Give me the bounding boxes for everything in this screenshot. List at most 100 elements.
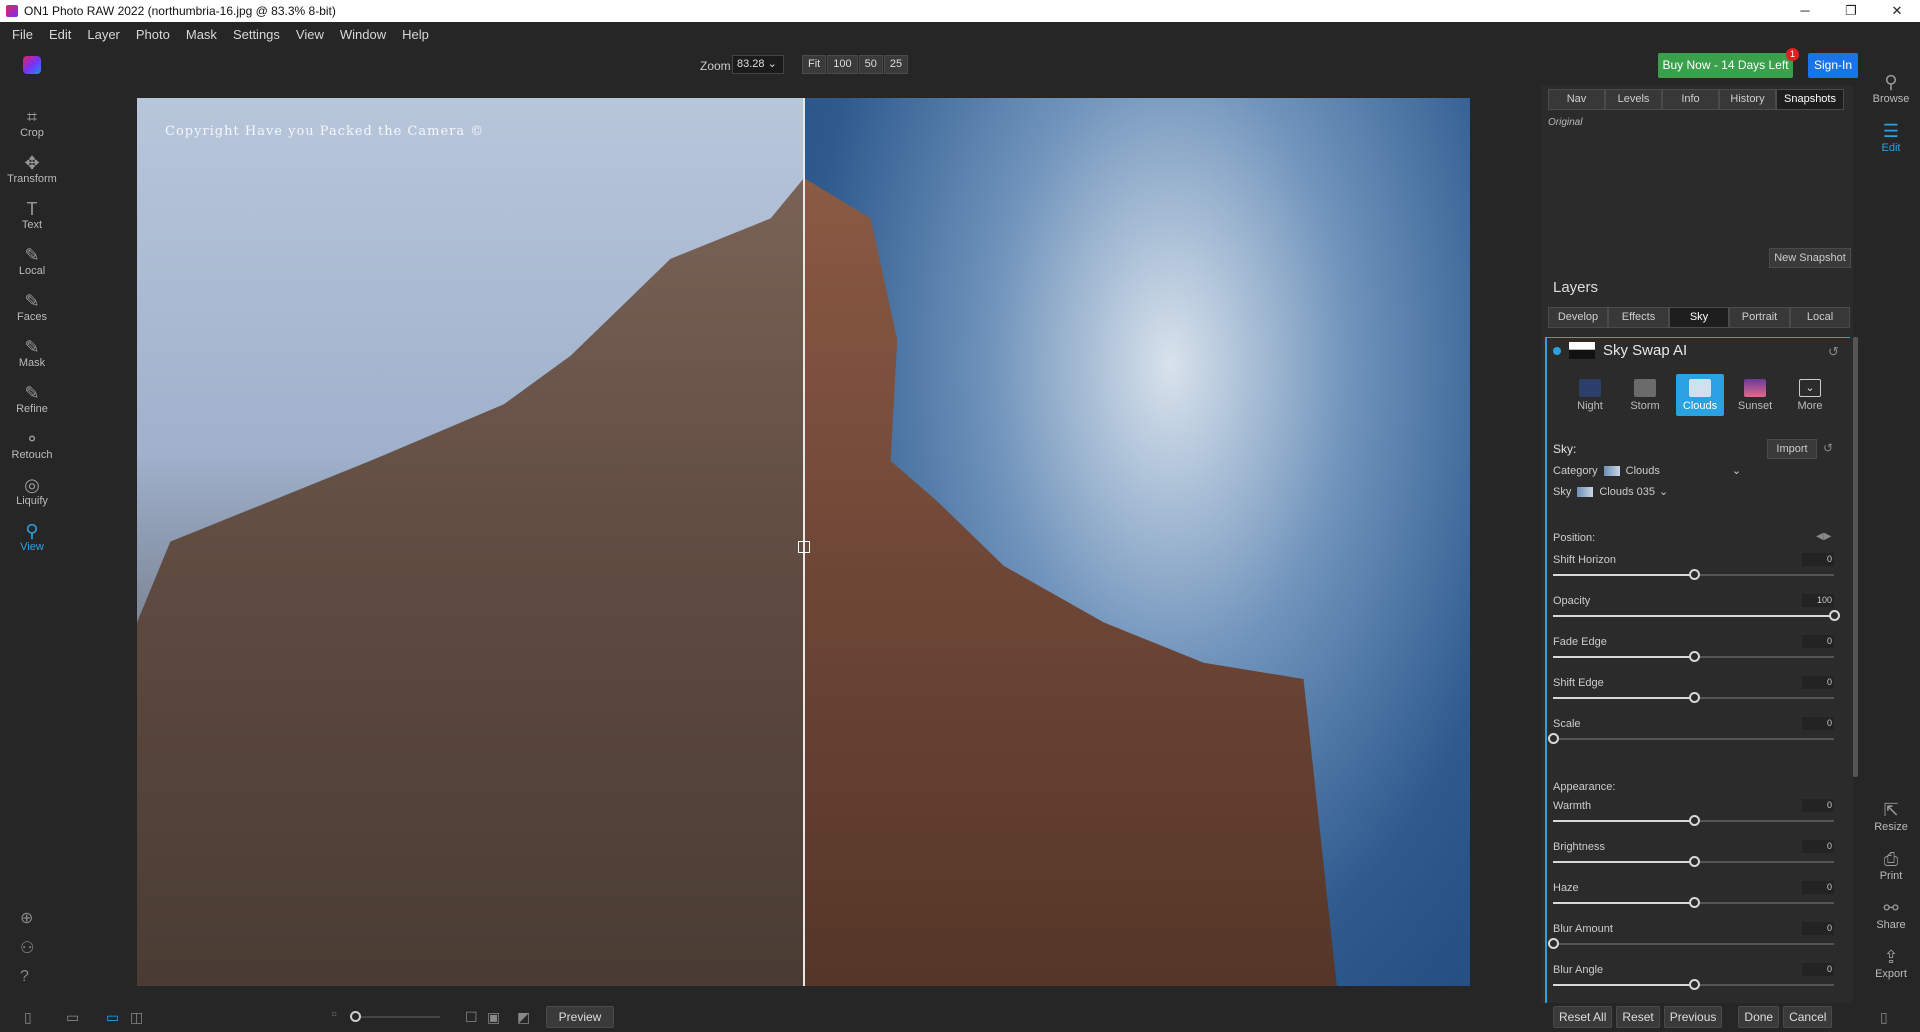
- rail-browse[interactable]: ⚲ Browse: [1862, 72, 1920, 105]
- restore-button[interactable]: ❐: [1828, 0, 1874, 22]
- slider-shift-edge[interactable]: Shift Edge 0: [1553, 676, 1838, 709]
- done-button[interactable]: Done: [1738, 1006, 1780, 1028]
- slider-value[interactable]: 0: [1802, 553, 1834, 566]
- previous-button[interactable]: Previous: [1663, 1006, 1723, 1028]
- slider-value[interactable]: 0: [1802, 963, 1834, 976]
- rail-share[interactable]: ⚯ Share: [1862, 898, 1920, 931]
- brush-slider-knob[interactable]: [350, 1011, 361, 1022]
- cancel-button[interactable]: Cancel: [1783, 1006, 1833, 1028]
- right-panel-toggle-icon[interactable]: ▯: [1880, 1009, 1888, 1026]
- slider-knob[interactable]: [1829, 610, 1840, 621]
- menu-mask[interactable]: Mask: [178, 27, 225, 42]
- app-logo[interactable]: [23, 56, 41, 74]
- slider-knob[interactable]: [1688, 856, 1700, 867]
- slider-shift-horizon[interactable]: Shift Horizon 0: [1553, 553, 1838, 586]
- close-button[interactable]: ✕: [1874, 0, 1920, 22]
- preview-button[interactable]: Preview: [546, 1006, 614, 1028]
- buy-now-button[interactable]: Buy Now - 14 Days Left: [1658, 53, 1793, 78]
- flip-icon[interactable]: ◀▶: [1816, 531, 1831, 542]
- image-canvas[interactable]: Copyright Have you Packed the Camera ©: [137, 98, 1470, 986]
- preset-sunset[interactable]: Sunset: [1731, 374, 1779, 416]
- slider-brightness[interactable]: Brightness 0: [1553, 840, 1838, 873]
- tab-sky[interactable]: Sky: [1669, 307, 1729, 328]
- tab-local[interactable]: Local: [1790, 307, 1850, 328]
- slider-value[interactable]: 0: [1802, 635, 1834, 648]
- slider-blur-angle[interactable]: Blur Angle 0: [1553, 963, 1838, 996]
- tab-snapshots[interactable]: Snapshots: [1776, 89, 1844, 110]
- zoom-50-button[interactable]: 50: [858, 55, 883, 74]
- tool-mask[interactable]: ✎ Mask: [0, 330, 64, 376]
- split-view-icon[interactable]: ◫: [130, 1009, 143, 1026]
- slider-blur-amount[interactable]: Blur Amount 0: [1548, 922, 1838, 955]
- slider-knob[interactable]: [1688, 897, 1700, 908]
- slider-value[interactable]: 0: [1802, 799, 1834, 812]
- slider-value[interactable]: 0: [1802, 840, 1834, 853]
- tool-local[interactable]: ✎ Local: [0, 238, 64, 284]
- snapshot-original[interactable]: Original: [1548, 117, 1582, 128]
- menu-photo[interactable]: Photo: [128, 27, 178, 42]
- menu-file[interactable]: File: [4, 27, 41, 42]
- new-snapshot-button[interactable]: New Snapshot: [1769, 248, 1851, 268]
- minimize-button[interactable]: ─: [1782, 0, 1828, 22]
- sky-select-row[interactable]: Sky Clouds 035 ⌄: [1553, 485, 1668, 499]
- reset-sky-icon[interactable]: ↺: [1823, 441, 1833, 455]
- tool-refine[interactable]: ✎ Refine: [0, 376, 64, 422]
- help-icon[interactable]: ?: [20, 968, 34, 986]
- preset-night[interactable]: Night: [1566, 374, 1614, 416]
- menu-view[interactable]: View: [288, 27, 332, 42]
- menu-settings[interactable]: Settings: [225, 27, 288, 42]
- slider-knob[interactable]: [1688, 815, 1700, 826]
- import-button[interactable]: Import: [1767, 439, 1817, 459]
- slider-warmth[interactable]: Warmth 0: [1553, 799, 1838, 832]
- panel-toggle-icon[interactable]: ▯: [24, 1009, 32, 1026]
- sign-in-button[interactable]: Sign-In: [1808, 53, 1858, 78]
- zoom-25-button[interactable]: 25: [883, 55, 909, 74]
- tab-develop[interactable]: Develop: [1548, 307, 1608, 328]
- slider-value[interactable]: 0: [1802, 881, 1834, 894]
- rail-export[interactable]: ⇪ Export: [1862, 947, 1920, 980]
- tool-view[interactable]: ⚲ View: [0, 514, 64, 560]
- sky-swap-header[interactable]: Sky Swap AI: [1553, 342, 1687, 359]
- slider-value[interactable]: 0: [1802, 676, 1834, 689]
- layer-enabled-dot[interactable]: [1553, 346, 1561, 355]
- reset-filter-icon[interactable]: ↺: [1828, 344, 1839, 360]
- slider-knob[interactable]: [1688, 651, 1700, 662]
- rail-resize[interactable]: ⇱ Resize: [1862, 800, 1920, 833]
- preset-clouds[interactable]: Clouds: [1676, 374, 1724, 416]
- slider-fade-edge[interactable]: Fade Edge 0: [1553, 635, 1838, 668]
- zoom-fit-button[interactable]: Fit: [802, 55, 827, 74]
- zoom-dropdown[interactable]: 83.28 ⌄: [732, 55, 784, 74]
- menu-help[interactable]: Help: [394, 27, 437, 42]
- menu-window[interactable]: Window: [332, 27, 394, 42]
- tab-portrait[interactable]: Portrait: [1729, 307, 1790, 328]
- tab-nav[interactable]: Nav: [1548, 89, 1605, 110]
- slider-scale[interactable]: Scale 0: [1548, 717, 1838, 750]
- tab-effects[interactable]: Effects: [1608, 307, 1669, 328]
- split-handle[interactable]: [798, 541, 810, 553]
- tool-crop[interactable]: ⌗ Crop: [0, 100, 64, 146]
- slider-value[interactable]: 0: [1802, 717, 1834, 730]
- single-view-icon[interactable]: ▭: [106, 1009, 119, 1026]
- slider-track[interactable]: [1553, 943, 1834, 945]
- reset-all-button[interactable]: Reset All: [1553, 1006, 1613, 1028]
- tab-levels[interactable]: Levels: [1605, 89, 1662, 110]
- mask-overlay-icon[interactable]: ▣: [487, 1009, 500, 1026]
- tab-info[interactable]: Info: [1662, 89, 1719, 110]
- pan-icon[interactable]: ⊕: [20, 908, 34, 928]
- slider-knob[interactable]: [1688, 692, 1700, 703]
- tool-transform[interactable]: ✥ Transform: [0, 146, 64, 192]
- reset-button[interactable]: Reset: [1616, 1006, 1660, 1028]
- slider-knob[interactable]: [1688, 979, 1700, 990]
- tool-text[interactable]: T Text: [0, 192, 64, 238]
- slider-track[interactable]: [1553, 738, 1834, 740]
- preset-more[interactable]: ⌄ More: [1786, 374, 1834, 416]
- slider-knob[interactable]: [1688, 569, 1700, 580]
- slider-haze[interactable]: Haze 0: [1553, 881, 1838, 914]
- rail-print[interactable]: ⎙ Print: [1862, 849, 1920, 882]
- slider-knob[interactable]: [1548, 938, 1559, 949]
- monitor-icon[interactable]: ▭: [66, 1009, 79, 1026]
- slider-value[interactable]: 0: [1802, 922, 1834, 935]
- menu-edit[interactable]: Edit: [41, 27, 79, 42]
- tab-history[interactable]: History: [1719, 89, 1776, 110]
- rail-edit[interactable]: ☰ Edit: [1862, 121, 1920, 154]
